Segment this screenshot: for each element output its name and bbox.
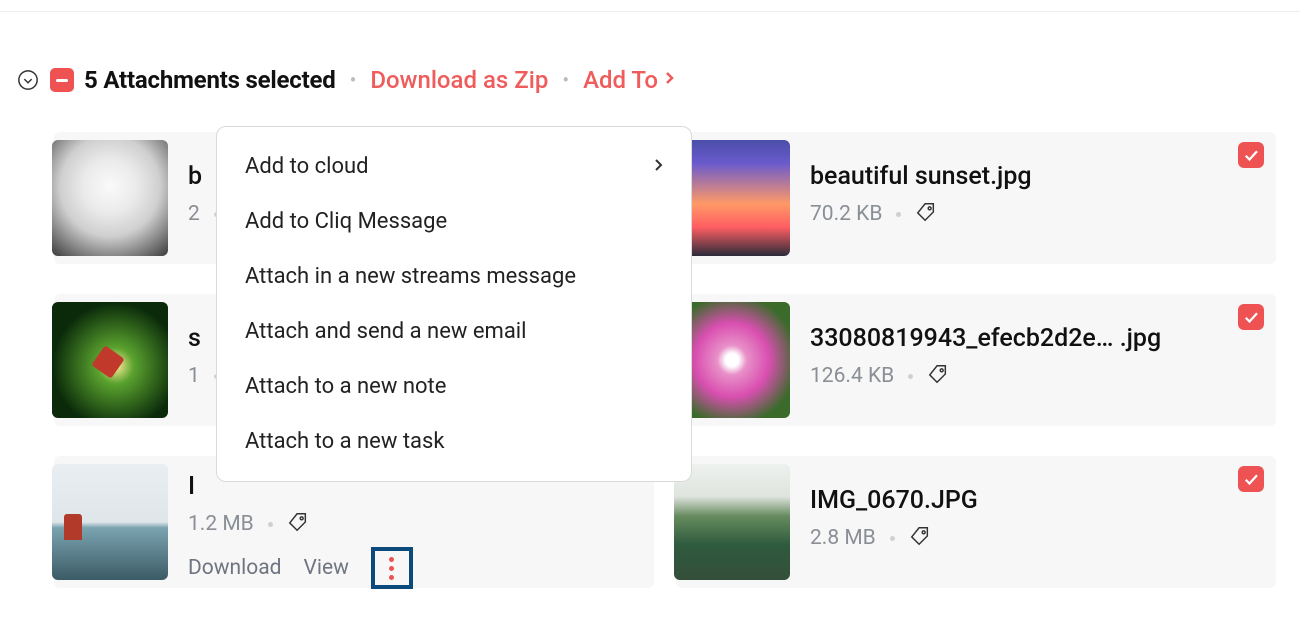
bulk-select-checkbox[interactable] <box>50 68 74 92</box>
dot-separator <box>268 522 273 527</box>
attachment-thumbnail[interactable] <box>674 464 790 580</box>
dot-separator: • <box>346 68 361 92</box>
attachment-filename: 33080819943_efecb2d2e… .jpg <box>810 324 1276 353</box>
tag-icon[interactable] <box>927 363 949 389</box>
attachment-subline: 1.2 MB <box>188 511 654 537</box>
collapse-toggle[interactable] <box>16 68 40 92</box>
more-actions-menu: Add to cloud Add to Cliq Message Attach in… <box>216 126 692 482</box>
menu-item-label: Attach to a new task <box>245 429 445 454</box>
attachment-size: 70.2 KB <box>810 202 882 226</box>
selection-checkbox[interactable] <box>1238 142 1264 168</box>
add-to-label: Add To <box>583 66 658 94</box>
chevron-right-icon <box>664 69 676 91</box>
tag-icon[interactable] <box>287 511 309 537</box>
attachment-thumbnail[interactable] <box>52 140 168 256</box>
view-link[interactable]: View <box>304 556 349 580</box>
attachment-subline: 2.8 MB <box>810 525 1276 551</box>
attachment-item[interactable]: beautiful sunset.jpg 70.2 KB <box>676 132 1276 264</box>
selection-checkbox[interactable] <box>1238 304 1264 330</box>
selection-header: 5 Attachments selected • Download as Zip… <box>16 66 676 94</box>
attachment-filename: IMG_0670.JPG <box>810 486 1276 515</box>
attachment-thumbnail[interactable] <box>52 302 168 418</box>
attachment-size: 126.4 KB <box>810 364 894 388</box>
menu-item[interactable]: Attach and send a new email <box>217 304 691 359</box>
selection-count-label: 5 Attachments selected <box>84 66 336 94</box>
attachment-size: 2.8 MB <box>810 526 876 550</box>
add-to-menu-trigger[interactable]: Add To <box>583 66 676 94</box>
item-actions: Download View <box>188 547 654 589</box>
menu-item[interactable]: Attach in a new streams message <box>217 249 691 304</box>
menu-item-label: Attach and send a new email <box>245 319 527 344</box>
tag-icon[interactable] <box>915 201 937 227</box>
menu-item-label: Add to Cliq Message <box>245 209 447 234</box>
dot-separator: • <box>558 68 573 92</box>
menu-item-label: Add to cloud <box>245 154 369 179</box>
attachment-item[interactable]: IMG_0670.JPG 2.8 MB <box>676 456 1276 588</box>
attachment-meta: IMG_0670.JPG 2.8 MB <box>810 456 1276 551</box>
menu-item[interactable]: Add to cloud <box>217 139 691 194</box>
attachment-item[interactable]: 33080819943_efecb2d2e… .jpg 126.4 KB <box>676 294 1276 426</box>
menu-item-label: Attach to a new note <box>245 374 446 399</box>
chevron-right-icon <box>653 154 663 179</box>
menu-item[interactable]: Attach to a new note <box>217 359 691 414</box>
attachment-thumbnail[interactable] <box>52 464 168 580</box>
more-actions-button[interactable] <box>371 547 413 589</box>
selection-checkbox[interactable] <box>1238 466 1264 492</box>
dot-separator <box>890 536 895 541</box>
attachment-size: 1 <box>188 364 200 388</box>
attachment-meta: beautiful sunset.jpg 70.2 KB <box>810 132 1276 227</box>
attachment-size: 1.2 MB <box>188 512 254 536</box>
attachment-filename: beautiful sunset.jpg <box>810 162 1276 191</box>
menu-item[interactable]: Add to Cliq Message <box>217 194 691 249</box>
menu-item[interactable]: Attach to a new task <box>217 414 691 469</box>
top-divider <box>0 11 1300 12</box>
attachment-subline: 126.4 KB <box>810 363 1276 389</box>
tag-icon[interactable] <box>909 525 931 551</box>
download-zip-link[interactable]: Download as Zip <box>370 66 548 94</box>
dot-separator <box>908 374 913 379</box>
attachment-meta: 33080819943_efecb2d2e… .jpg 126.4 KB <box>810 294 1276 389</box>
download-link[interactable]: Download <box>188 556 282 580</box>
dot-separator <box>896 212 901 217</box>
attachment-size: 2 <box>188 202 200 226</box>
attachment-subline: 70.2 KB <box>810 201 1276 227</box>
menu-item-label: Attach in a new streams message <box>245 264 576 289</box>
